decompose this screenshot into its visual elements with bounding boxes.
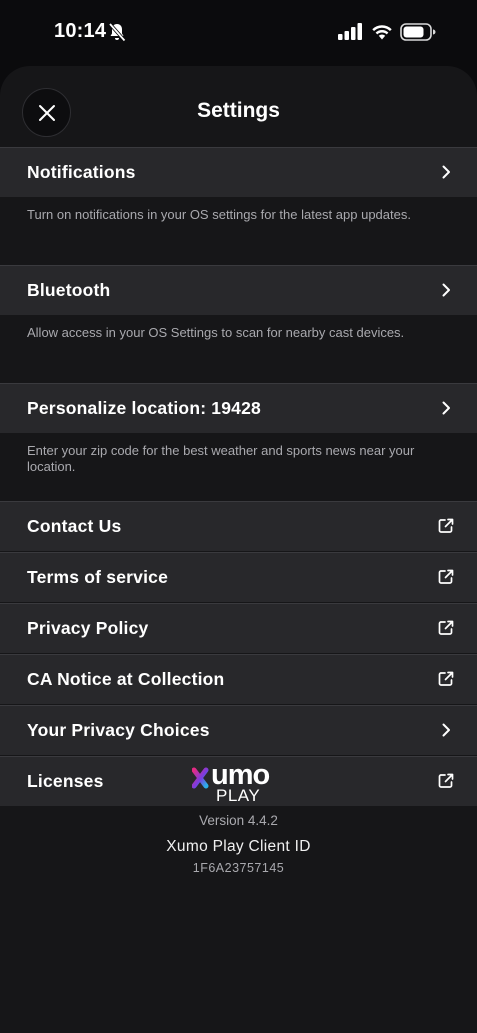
settings-sheet: Settings Notifications Turn on notificat…	[0, 66, 477, 1033]
logo-play-text: PLAY	[216, 786, 261, 805]
header: Settings	[0, 66, 477, 148]
cellular-signal-icon	[338, 23, 362, 40]
bluetooth-description: Allow access in your OS Settings to scan…	[27, 325, 405, 340]
contact-us-row[interactable]: Contact Us	[0, 501, 477, 551]
bell-muted-icon	[108, 22, 126, 42]
external-link-icon	[438, 620, 454, 635]
client-id-value: 1F6A23757145	[192, 861, 285, 875]
privacy-choices-row[interactable]: Your Privacy Choices	[0, 705, 477, 755]
bluetooth-row[interactable]: Bluetooth	[0, 265, 477, 315]
external-link-icon	[438, 518, 454, 533]
notifications-label: Notifications	[27, 162, 136, 182]
chevron-right-icon	[442, 283, 450, 297]
app-version: Version 4.4.2	[199, 813, 278, 828]
client-id-label: Xumo Play Client ID	[166, 838, 311, 855]
licenses-label: Licenses	[27, 771, 104, 791]
bluetooth-label: Bluetooth	[27, 280, 111, 300]
privacy-choices-label: Your Privacy Choices	[27, 720, 210, 740]
privacy-policy-row[interactable]: Privacy Policy	[0, 603, 477, 653]
terms-of-service-label: Terms of service	[27, 567, 169, 587]
personalize-location-label: Personalize location: 19428	[27, 398, 261, 418]
battery-icon	[400, 23, 436, 41]
chevron-right-icon	[442, 723, 450, 737]
terms-of-service-row[interactable]: Terms of service	[0, 552, 477, 602]
chevron-right-icon	[442, 401, 450, 415]
chevron-right-icon	[442, 165, 450, 179]
status-bar: 10:14	[0, 0, 477, 66]
page-title: Settings	[197, 99, 280, 122]
xumo-play-logo: xumo umo PLAY	[192, 760, 286, 805]
ca-notice-row[interactable]: CA Notice at Collection	[0, 654, 477, 704]
privacy-policy-label: Privacy Policy	[27, 618, 149, 638]
personalize-location-row[interactable]: Personalize location: 19428	[0, 383, 477, 433]
ca-notice-label: CA Notice at Collection	[27, 669, 225, 689]
status-time: 10:14	[54, 20, 107, 42]
external-link-icon	[438, 569, 454, 584]
wifi-icon	[372, 25, 392, 40]
external-link-icon	[438, 773, 454, 788]
contact-us-label: Contact Us	[27, 516, 122, 536]
personalize-location-description: Enter your zip code for the best weather…	[27, 443, 415, 474]
external-link-icon	[438, 671, 454, 686]
notifications-row[interactable]: Notifications	[0, 147, 477, 197]
notifications-description: Turn on notifications in your OS setting…	[27, 207, 411, 222]
